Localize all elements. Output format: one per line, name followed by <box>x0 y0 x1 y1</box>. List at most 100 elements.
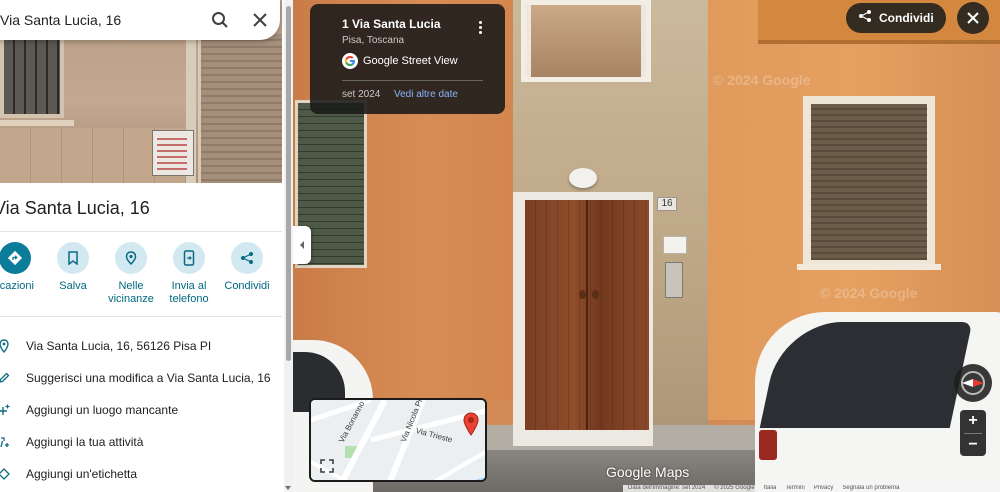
mini-map[interactable]: Via Bonanno Pisano Via Nicola Pisano Via… <box>309 398 487 482</box>
address-text: Via Santa Lucia, 16, 56126 Pisa PI <box>26 339 212 353</box>
watermark: © 2024 Google <box>713 72 811 88</box>
nearby-button[interactable]: Nelle vicinanze <box>101 242 161 306</box>
add-business-icon <box>0 432 14 452</box>
search-bar[interactable]: Via Santa Lucia, 16 <box>0 0 280 40</box>
panel-scrollbar[interactable] <box>284 0 293 492</box>
label-icon <box>0 464 14 484</box>
wall-lamp <box>569 168 597 188</box>
footer-bar: Data dell'immagine: set 2024 © 2025 Goog… <box>623 485 1000 492</box>
capture-date: set 2024 <box>342 89 381 100</box>
send-to-phone-button[interactable]: Invia al telefono <box>159 242 219 306</box>
google-logo-icon <box>342 53 358 69</box>
directions-button[interactable]: Indicazioni <box>0 242 45 293</box>
street-view-share-button[interactable]: Condividi <box>846 3 946 33</box>
expand-icon[interactable] <box>319 458 335 474</box>
add-place-icon <box>0 400 14 420</box>
info-list: Via Santa Lucia, 16, 56126 Pisa PI Sugge… <box>0 330 282 490</box>
scrollbar-thumb[interactable] <box>286 6 291 361</box>
divider <box>0 231 282 232</box>
close-icon[interactable] <box>240 0 280 40</box>
card-divider <box>342 80 483 81</box>
bookmark-icon <box>57 242 89 274</box>
search-icon[interactable] <box>200 0 240 40</box>
watermark: © 2024 Google <box>820 285 918 301</box>
close-icon <box>967 12 979 24</box>
add-place-text: Aggiungi un luogo mancante <box>26 403 179 417</box>
send-to-phone-icon <box>173 242 205 274</box>
street-view-info-card: 1 Via Santa Lucia Pisa, Toscana Google S… <box>310 4 505 114</box>
house-number: 16 <box>657 197 677 211</box>
share-button-label: Condividi <box>879 11 934 25</box>
card-title: 1 Via Santa Lucia <box>342 17 441 31</box>
photo-poster <box>152 130 194 176</box>
edit-icon <box>0 368 14 388</box>
zoom-in-button[interactable]: + <box>960 410 986 432</box>
zoom-control: + − <box>960 410 986 456</box>
terms-link[interactable]: Termini <box>785 485 804 492</box>
send-to-phone-label-line1: Invia al <box>171 280 207 292</box>
divider <box>0 316 282 317</box>
send-to-phone-label: Invia al telefono <box>159 280 219 306</box>
add-place-row[interactable]: Aggiungi un luogo mancante <box>0 394 282 426</box>
location-pin-icon <box>0 336 14 356</box>
photo-window-sill <box>0 120 74 126</box>
image-date: Data dell'immagine: set 2024 <box>628 485 706 491</box>
door-split <box>586 200 588 430</box>
place-panel: Via Santa Lucia, 16 Via Santa Lucia, 16 … <box>0 0 293 492</box>
wall-plaque <box>663 236 687 254</box>
card-subtitle: Pisa, Toscana <box>342 35 405 46</box>
search-input[interactable]: Via Santa Lucia, 16 <box>0 12 200 28</box>
upper-window-glass <box>531 5 641 77</box>
nearby-icon <box>115 242 147 274</box>
window-shutter <box>811 104 927 260</box>
save-label: Salva <box>59 280 87 292</box>
add-label-row[interactable]: Aggiungi un'etichetta <box>0 458 282 490</box>
share-label: Condividi <box>224 280 270 292</box>
chevron-left-icon <box>300 241 304 249</box>
google-maps-brand: Google Maps <box>606 464 690 480</box>
photo-window <box>0 36 64 118</box>
nearby-label: Nelle vicinanze <box>101 280 161 306</box>
app-root: Via Santa Lucia, 16 Via Santa Lucia, 16 … <box>0 0 1000 492</box>
suggest-edit-row[interactable]: Suggerisci una modifica a Via Santa Luci… <box>0 362 282 394</box>
provider-name: Google Street View <box>363 55 458 67</box>
nearby-label-line2: vicinanze <box>108 293 154 305</box>
copyright: © 2025 Google <box>714 485 755 491</box>
street-view[interactable]: 16 © 2024 Google © 2024 Google 1 Via San… <box>293 0 1000 492</box>
window-sill <box>797 264 941 270</box>
provider-row: Google Street View <box>342 53 458 69</box>
region-link[interactable]: Italia <box>764 485 777 492</box>
directions-label: Indicazioni <box>0 280 34 292</box>
save-button[interactable]: Salva <box>43 242 103 293</box>
photo-shutter <box>198 34 282 183</box>
shuttered-window-right <box>803 96 935 268</box>
location-pin-icon <box>463 412 479 436</box>
send-to-phone-label-line2: telefono <box>169 293 209 305</box>
more-options-icon[interactable] <box>472 15 488 39</box>
car-taillight <box>759 430 777 460</box>
share-icon <box>858 9 872 28</box>
report-problem-link[interactable]: Segnala un problema <box>842 485 899 492</box>
add-business-text: Aggiungi la tua attività <box>26 435 144 449</box>
scroll-down-icon[interactable] <box>285 486 291 490</box>
compass-needle <box>961 371 985 395</box>
nearby-label-line1: Nelle <box>118 280 144 292</box>
address-row[interactable]: Via Santa Lucia, 16, 56126 Pisa PI <box>0 330 282 362</box>
see-more-dates-link[interactable]: Vedi altre date <box>394 89 458 100</box>
mini-map-streets <box>311 400 485 480</box>
directions-icon <box>0 242 31 274</box>
privacy-link[interactable]: Privacy <box>814 485 834 492</box>
add-business-row[interactable]: Aggiungi la tua attività <box>0 426 282 458</box>
share-button[interactable]: Condividi <box>217 242 277 293</box>
zoom-out-button[interactable]: − <box>960 434 986 456</box>
add-label-text: Aggiungi un'etichetta <box>26 467 138 481</box>
place-title: Via Santa Lucia, 16 <box>0 198 150 218</box>
upper-window <box>521 0 651 82</box>
action-bar: Indicazioni Salva Nelle vicinanze <box>0 242 282 312</box>
suggest-edit-text: Suggerisci una modifica a Via Santa Luci… <box>26 371 271 385</box>
collapse-panel-button[interactable] <box>293 226 311 264</box>
compass-icon[interactable] <box>954 364 992 402</box>
share-icon <box>231 242 263 274</box>
close-street-view-button[interactable] <box>957 2 989 34</box>
door-knob <box>592 290 599 299</box>
